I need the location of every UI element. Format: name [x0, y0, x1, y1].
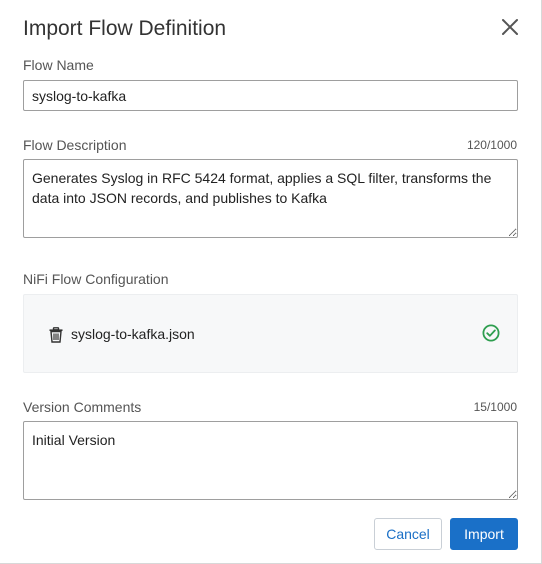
import-button[interactable]: Import	[450, 518, 518, 550]
flow-description-label: Flow Description	[23, 137, 127, 153]
flow-name-label: Flow Name	[23, 57, 94, 73]
cancel-button[interactable]: Cancel	[374, 518, 442, 550]
version-comments-counter: 15/1000	[473, 400, 517, 414]
nifi-config-file-box: syslog-to-kafka.json	[23, 294, 518, 373]
close-icon[interactable]	[500, 17, 520, 37]
check-circle-icon	[482, 324, 500, 342]
nifi-config-label: NiFi Flow Configuration	[23, 271, 169, 287]
flow-description-textarea[interactable]: Generates Syslog in RFC 5424 format, app…	[23, 159, 518, 238]
flow-description-counter: 120/1000	[466, 138, 517, 152]
dialog-title: Import Flow Definition	[23, 17, 227, 40]
trash-icon[interactable]	[49, 327, 63, 343]
import-flow-dialog: Import Flow Definition Flow Name Flow De…	[0, 0, 542, 564]
version-comments-label: Version Comments	[23, 399, 142, 415]
flow-name-input[interactable]	[23, 80, 518, 111]
version-comments-textarea[interactable]: Initial Version	[23, 421, 518, 500]
nifi-config-file-name: syslog-to-kafka.json	[71, 326, 195, 342]
